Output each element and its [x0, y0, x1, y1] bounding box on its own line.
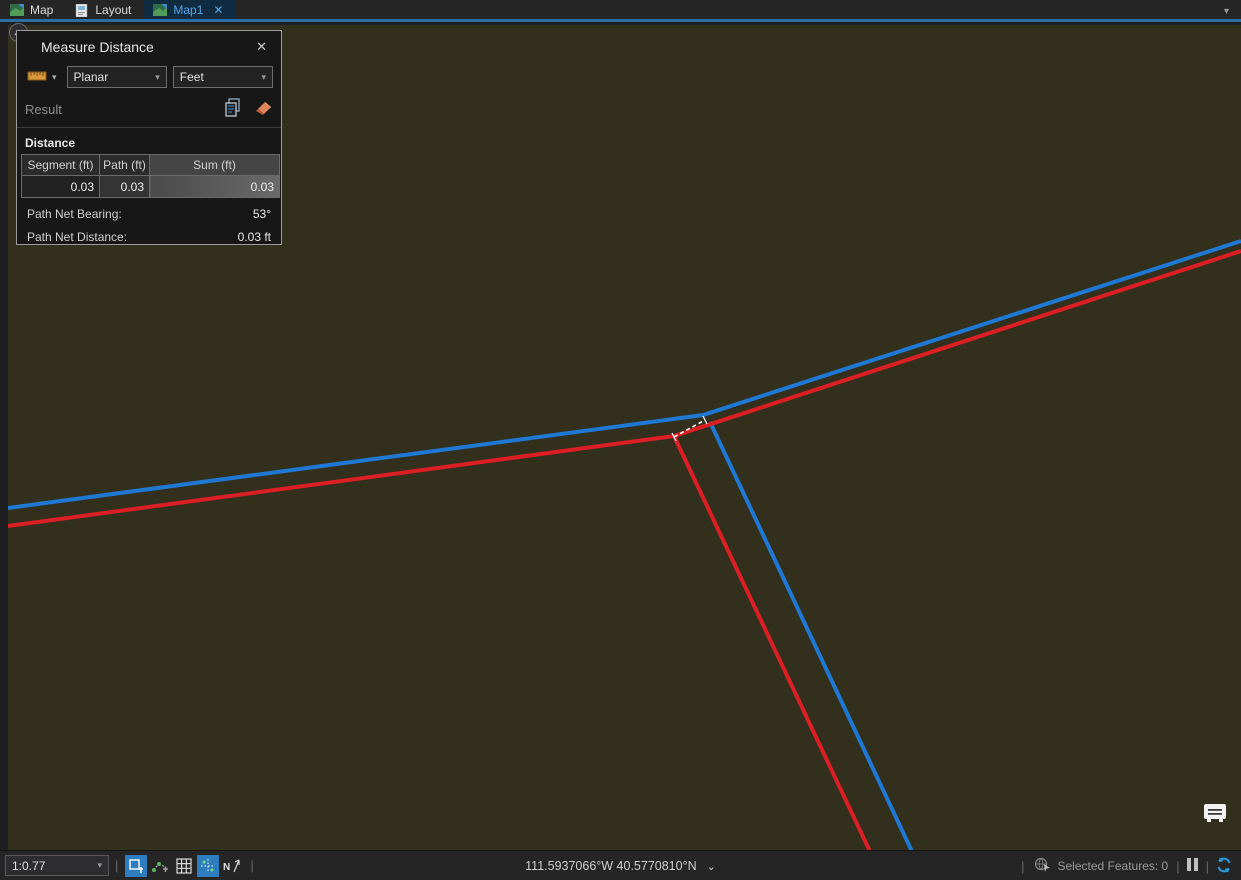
- map-thumbnail-icon: [153, 4, 167, 16]
- column-header-segment: Segment (ft): [22, 155, 100, 176]
- separator: |: [1206, 859, 1209, 874]
- measure-distance-dialog: Measure Distance ✕ ▾ Planar ▾ Feet ▾ Res…: [16, 30, 282, 245]
- tab-map1[interactable]: Map1 ✕: [143, 0, 235, 19]
- map-thumbnail-icon: [10, 4, 24, 16]
- separator: |: [1021, 859, 1024, 874]
- tab-label: Map1: [173, 3, 203, 17]
- tab-label: Layout: [95, 3, 131, 17]
- layout-extent-button[interactable]: [125, 855, 147, 877]
- chevron-down-icon: ▾: [97, 860, 102, 871]
- tab-label: Map: [30, 3, 53, 17]
- path-net-distance-row: Path Net Distance: 0.03 ft: [27, 230, 271, 244]
- snap-grid-button[interactable]: [197, 855, 219, 877]
- sum-value-cell: 0.03: [150, 176, 280, 198]
- ruler-icon: [27, 70, 47, 85]
- map-scale-select[interactable]: 1:0.77 ▾: [5, 855, 109, 876]
- dialog-titlebar[interactable]: Measure Distance ✕: [17, 31, 281, 62]
- table-header-row: Segment (ft) Path (ft) Sum (ft): [22, 155, 280, 176]
- svg-text:N: N: [223, 862, 230, 873]
- selected-features-label[interactable]: Selected Features: 0: [1057, 859, 1168, 873]
- chevron-down-icon[interactable]: ⌄: [707, 860, 716, 873]
- close-icon[interactable]: ✕: [252, 37, 271, 57]
- result-row: Result: [25, 96, 273, 122]
- separator: |: [250, 858, 253, 873]
- tabstrip-overflow-icon[interactable]: ▾: [1224, 6, 1229, 17]
- clear-results-eraser-icon[interactable]: [252, 100, 273, 119]
- status-bar: 1:0.77 ▾ | N | 111.5937066°W 40.5770810°…: [0, 850, 1241, 880]
- separator: |: [115, 858, 118, 873]
- layout-page-icon: [75, 4, 89, 16]
- distance-section-label: Distance: [25, 136, 281, 150]
- column-header-path: Path (ft): [100, 155, 150, 176]
- refresh-icon[interactable]: [1215, 856, 1233, 877]
- segment-value-cell: 0.03: [22, 176, 100, 198]
- path-value-cell: 0.03: [100, 176, 150, 198]
- tab-layout[interactable]: Layout: [65, 0, 143, 19]
- path-net-bearing-row: Path Net Bearing: 53°: [27, 207, 271, 221]
- attribute-table-dock-icon[interactable]: [1203, 803, 1227, 828]
- result-label: Result: [25, 102, 224, 117]
- view-tabstrip: Map Layout Map1 ✕ ▾: [0, 0, 1241, 22]
- measure-unit-select[interactable]: Feet ▾: [173, 66, 273, 88]
- chevron-down-icon: ▾: [261, 72, 266, 83]
- table-row: 0.03 0.03 0.03: [22, 176, 280, 198]
- separator: |: [1176, 859, 1179, 874]
- arcgis-window: Map Layout Map1 ✕ ▾: [0, 0, 1241, 880]
- chevron-down-icon[interactable]: ▾: [52, 72, 57, 83]
- measure-mode-button[interactable]: ▾: [23, 68, 61, 87]
- coordinates-text: 111.5937066°W 40.5770810°N: [525, 859, 696, 873]
- grid-button[interactable]: [173, 855, 195, 877]
- snapping-button[interactable]: [149, 855, 171, 877]
- statusbar-right-group: | Selected Features: 0 | |: [1015, 851, 1233, 880]
- selection-globe-icon[interactable]: [1034, 857, 1051, 875]
- measure-method-select[interactable]: Planar ▾: [67, 66, 167, 88]
- divider: [17, 127, 281, 128]
- north-arrow-button[interactable]: N: [221, 855, 243, 877]
- tab-map[interactable]: Map: [0, 0, 65, 19]
- dialog-title: Measure Distance: [41, 39, 252, 55]
- tab-close-icon[interactable]: ✕: [213, 3, 223, 17]
- copy-result-icon[interactable]: [224, 98, 242, 120]
- column-header-sum: Sum (ft): [150, 155, 280, 176]
- measurement-table: Segment (ft) Path (ft) Sum (ft) 0.03 0.0…: [21, 154, 280, 198]
- pause-drawing-icon[interactable]: [1186, 858, 1200, 874]
- chevron-down-icon: ▾: [155, 72, 160, 83]
- measure-toolbar: ▾ Planar ▾ Feet ▾: [23, 64, 273, 90]
